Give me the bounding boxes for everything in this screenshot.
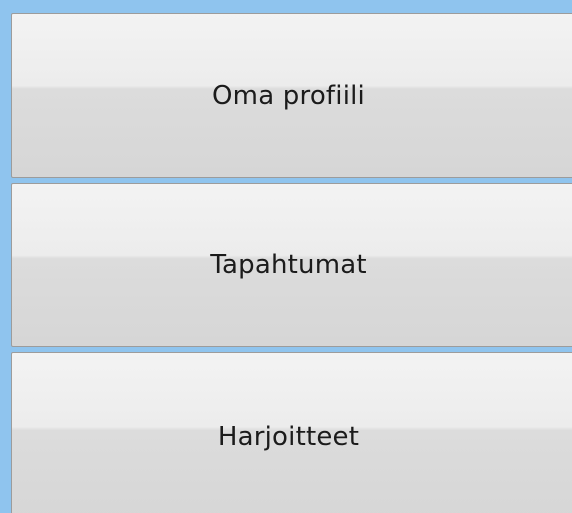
exercises-label: Harjoitteet — [217, 422, 360, 452]
events-button[interactable]: Tapahtumat — [11, 183, 572, 347]
own-profile-button[interactable]: Oma profiili — [11, 13, 572, 178]
events-label: Tapahtumat — [210, 250, 367, 280]
own-profile-label: Oma profiili — [212, 80, 365, 111]
exercises-button[interactable]: Harjoitteet — [11, 352, 572, 513]
main-menu-panel: Oma profiili Tapahtumat Harjoitteet — [0, 0, 572, 513]
